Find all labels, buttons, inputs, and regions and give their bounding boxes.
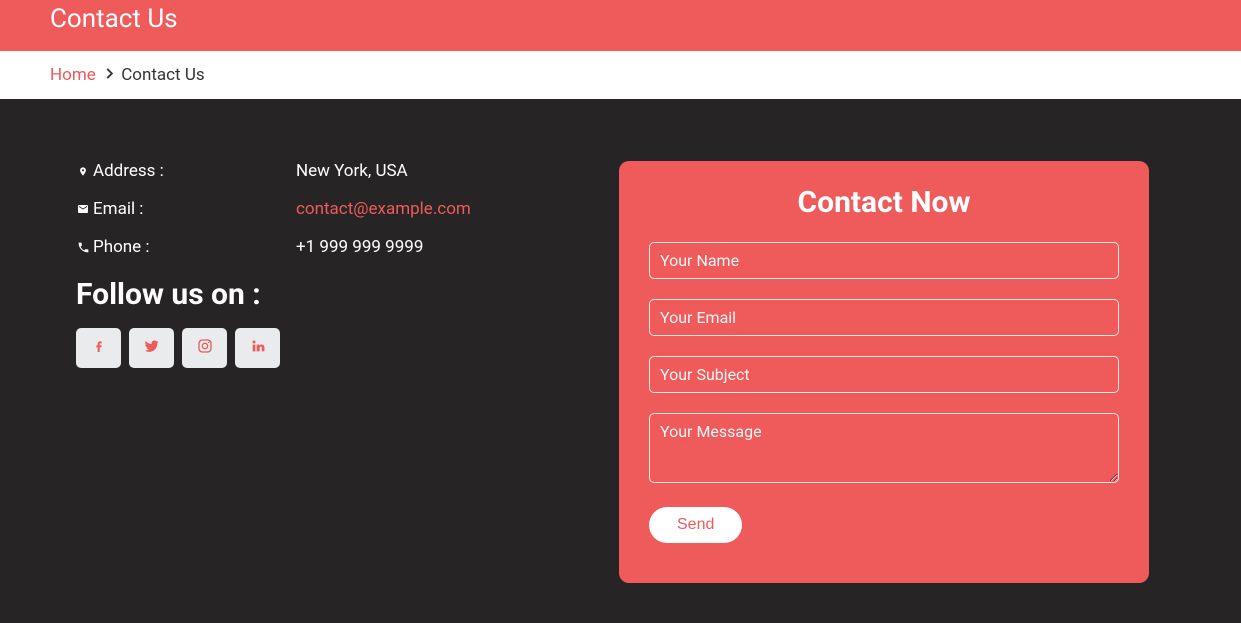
- send-button[interactable]: Send: [649, 507, 742, 543]
- twitter-link[interactable]: [129, 328, 174, 368]
- subject-input[interactable]: [649, 356, 1119, 393]
- facebook-link[interactable]: [76, 328, 121, 368]
- address-label: Address :: [76, 161, 296, 181]
- phone-label-text: Phone :: [93, 237, 150, 257]
- follow-heading: Follow us on :: [76, 277, 619, 312]
- contact-form-card: Contact Now Send: [619, 161, 1149, 583]
- linkedin-link[interactable]: [235, 328, 280, 368]
- form-title: Contact Now: [649, 185, 1119, 220]
- phone-icon: [76, 241, 90, 254]
- phone-row: Phone : +1 999 999 9999: [76, 237, 619, 257]
- facebook-icon: [91, 338, 107, 358]
- email-input[interactable]: [649, 299, 1119, 336]
- phone-label: Phone :: [76, 237, 296, 257]
- breadcrumb-current: Contact Us: [121, 65, 204, 85]
- contact-form-column: Contact Now Send: [619, 161, 1149, 583]
- phone-value: +1 999 999 9999: [296, 237, 619, 257]
- twitter-icon: [144, 338, 160, 358]
- name-input[interactable]: [649, 242, 1119, 279]
- address-row: Address : New York, USA: [76, 161, 619, 181]
- instagram-link[interactable]: [182, 328, 227, 368]
- page-title: Contact Us: [50, 0, 1191, 39]
- social-links: [76, 328, 619, 368]
- chevron-right-icon: [106, 67, 117, 83]
- breadcrumb: Home Contact Us: [0, 51, 1241, 99]
- address-value: New York, USA: [296, 161, 619, 181]
- message-textarea[interactable]: [649, 413, 1119, 483]
- page-header: Contact Us: [0, 0, 1241, 51]
- address-label-text: Address :: [93, 161, 164, 181]
- email-link[interactable]: contact@example.com: [296, 199, 471, 219]
- contact-section: Address : New York, USA Email : contact@…: [0, 99, 1241, 623]
- map-pin-icon: [76, 164, 90, 179]
- breadcrumb-home-link[interactable]: Home: [50, 65, 96, 85]
- email-label-text: Email :: [93, 199, 143, 219]
- contact-info-column: Address : New York, USA Email : contact@…: [76, 161, 619, 583]
- envelope-icon: [76, 203, 90, 215]
- linkedin-icon: [250, 338, 266, 358]
- instagram-icon: [197, 338, 213, 358]
- email-row: Email : contact@example.com: [76, 199, 619, 219]
- email-label: Email :: [76, 199, 296, 219]
